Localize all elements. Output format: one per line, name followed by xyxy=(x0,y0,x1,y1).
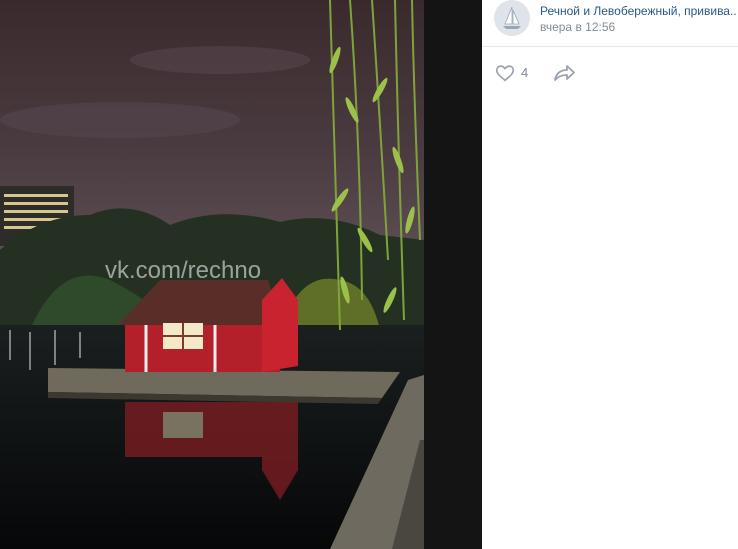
author-name[interactable]: Речной и Левобережный, привива... xyxy=(540,4,736,18)
heart-icon xyxy=(495,65,515,82)
post-photo[interactable]: vk.com/rechno xyxy=(0,0,424,549)
viewer-gap xyxy=(424,0,482,549)
sailboat-icon xyxy=(494,0,530,36)
post-sidebar: Речной и Левобережный, привива... вчера … xyxy=(482,0,738,549)
share-button[interactable] xyxy=(552,62,576,84)
avatar[interactable] xyxy=(494,0,530,36)
post-time[interactable]: вчера в 12:56 xyxy=(540,20,615,34)
share-arrow-icon xyxy=(554,65,575,81)
photo-watermark: vk.com/rechno xyxy=(105,257,261,284)
photo-image: vk.com/rechno xyxy=(0,0,424,549)
like-button[interactable]: 4 xyxy=(494,62,540,84)
like-count: 4 xyxy=(521,65,529,80)
post-header: Речной и Левобережный, привива... вчера … xyxy=(482,0,738,47)
